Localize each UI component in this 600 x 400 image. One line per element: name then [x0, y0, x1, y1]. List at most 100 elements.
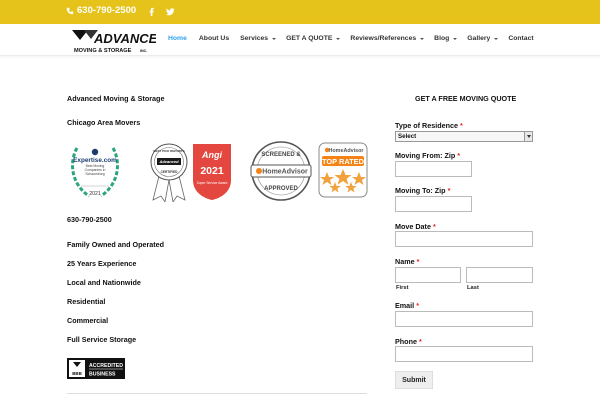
best-pick-top: BEST PICK REPORTS	[153, 149, 184, 153]
facebook-icon[interactable]	[146, 5, 156, 17]
bbb-accredited-badge[interactable]: BBB ACCREDITED BUSINESS	[67, 358, 129, 381]
logo-suffix: INC.	[140, 49, 147, 53]
angi-brand: Angi	[201, 150, 222, 160]
required-mark: *	[418, 337, 422, 346]
to-zip-label: Moving To: Zip *	[395, 186, 450, 195]
angi-badge[interactable]: Angi 2021 Super Service Award	[189, 140, 235, 202]
nav-services-label: Services	[240, 35, 269, 42]
from-zip-input[interactable]	[395, 161, 472, 177]
quote-form-title: GET A FREE MOVING QUOTE	[415, 94, 517, 103]
required-mark: *	[416, 257, 420, 266]
angi-year: 2021	[200, 165, 224, 177]
left-phone[interactable]: 630-790-2500	[67, 215, 112, 224]
expertise-year: 2021	[89, 191, 101, 197]
nav-gallery[interactable]: Gallery	[467, 35, 499, 42]
top-rated-brand: HomeAdvisor	[328, 148, 364, 154]
nav-reviews-label: Reviews/References	[350, 35, 417, 42]
screened-approved-badge[interactable]: SCREENED & HomeAdvisor APPROVED	[249, 140, 313, 202]
top-rated-label: TOP RATED	[322, 157, 365, 166]
submit-button[interactable]: Submit	[395, 371, 433, 389]
move-date-input[interactable]	[395, 231, 533, 247]
residence-label: Type of Residence *	[395, 121, 463, 130]
email-input[interactable]	[395, 311, 533, 327]
chevron-down-icon	[272, 37, 277, 40]
phone-label-text: Phone	[395, 337, 417, 346]
nav-home[interactable]: Home	[168, 35, 187, 42]
feature-item: Family Owned and Operated	[67, 240, 165, 249]
service-area: Chicago Area Movers	[67, 118, 141, 127]
expertise-badge[interactable]: Expertise.com Best Moving Companies in S…	[67, 140, 123, 202]
top-phone-number: 630-790-2500	[77, 5, 137, 16]
best-pick-bottom: CERTIFIED	[161, 170, 179, 174]
nav-blog-label: Blog	[434, 35, 450, 42]
from-zip-label: Moving From: Zip *	[395, 151, 460, 160]
bbb-line2: BUSINESS	[89, 372, 116, 378]
feature-item: Full Service Storage	[67, 335, 137, 344]
email-label: Email *	[395, 301, 419, 310]
required-mark: *	[457, 151, 461, 160]
nav-services[interactable]: Services	[240, 35, 277, 42]
nav-about-label: About Us	[198, 35, 230, 42]
badge-row: Expertise.com Best Moving Companies in S…	[67, 140, 368, 204]
email-label-text: Email	[395, 301, 415, 310]
required-mark: *	[459, 121, 463, 130]
last-name-sublabel: Last	[467, 285, 479, 291]
phone-icon	[66, 7, 74, 14]
name-label-text: Name	[395, 257, 415, 266]
chevron-down-icon	[420, 37, 425, 40]
nav-contact[interactable]: Contact	[508, 35, 533, 42]
social-links	[146, 5, 175, 17]
move-date-label-text: Move Date	[395, 222, 431, 231]
nav-gallery-label: Gallery	[467, 35, 491, 42]
nav-quote-label: GET A QUOTE	[286, 35, 333, 42]
top-phone[interactable]: 630-790-2500	[66, 5, 136, 16]
divider	[67, 393, 367, 394]
feature-item: 25 Years Experience	[67, 259, 137, 268]
name-label: Name *	[395, 257, 419, 266]
required-mark: *	[416, 301, 419, 310]
company-name: Advanced Moving & Storage	[67, 94, 165, 103]
site-header: ADVANCED MOVING & STORAGE INC. Home Abou…	[0, 24, 600, 56]
residence-select[interactable]: Select	[395, 131, 533, 142]
nav-reviews[interactable]: Reviews/References	[350, 35, 425, 42]
first-name-input[interactable]	[395, 267, 461, 283]
nav-about[interactable]: About Us	[199, 35, 229, 42]
move-date-label: Move Date *	[395, 222, 436, 231]
logo-tagline: MOVING & STORAGE	[74, 48, 132, 54]
feature-item: Local and Nationwide	[67, 278, 141, 287]
twitter-icon[interactable]	[165, 5, 175, 17]
best-pick-middle: Advanced	[158, 159, 179, 164]
expertise-text: Best Moving Companies in Schaumburg	[84, 164, 106, 177]
nav-blog[interactable]: Blog	[434, 35, 458, 42]
top-bar: 630-790-2500	[0, 0, 600, 24]
expertise-brand: Expertise.com	[73, 157, 117, 164]
logo-wordmark: ADVANCED	[93, 31, 156, 46]
chevron-down-icon	[336, 37, 341, 40]
to-zip-input[interactable]	[395, 196, 472, 212]
chevron-down-icon	[524, 132, 532, 141]
site-logo[interactable]: ADVANCED MOVING & STORAGE INC.	[70, 28, 167, 54]
feature-item: Residential	[67, 297, 106, 306]
angi-award: Super Service Award	[197, 181, 228, 185]
bbb-logo: BBB	[72, 371, 82, 376]
required-mark: *	[432, 222, 436, 231]
screened-top: SCREENED &	[261, 152, 301, 158]
required-mark: *	[447, 186, 451, 195]
main-nav: Home About Us Services GET A QUOTE Revie…	[168, 35, 534, 42]
best-pick-badge[interactable]: BEST PICK REPORTS Advanced CERTIFIED	[149, 140, 189, 204]
residence-label-text: Type of Residence	[395, 121, 458, 130]
from-zip-label-text: Moving From: Zip	[395, 151, 456, 160]
nav-home-label: Home	[168, 35, 187, 42]
to-zip-label-text: Moving To: Zip	[395, 186, 446, 195]
screened-brand: HomeAdvisor	[262, 169, 308, 176]
bbb-line1: ACCREDITED	[89, 363, 123, 369]
first-name-sublabel: First	[396, 285, 409, 291]
nav-get-a-quote[interactable]: GET A QUOTE	[286, 35, 341, 42]
top-rated-badge[interactable]: HomeAdvisor TOP RATED	[318, 142, 368, 198]
last-name-input[interactable]	[466, 267, 533, 283]
nav-contact-label: Contact	[508, 35, 534, 42]
phone-label: Phone *	[395, 337, 422, 346]
residence-select-value: Select	[398, 133, 417, 140]
feature-item: Commercial	[67, 316, 109, 325]
phone-input[interactable]	[395, 346, 533, 362]
